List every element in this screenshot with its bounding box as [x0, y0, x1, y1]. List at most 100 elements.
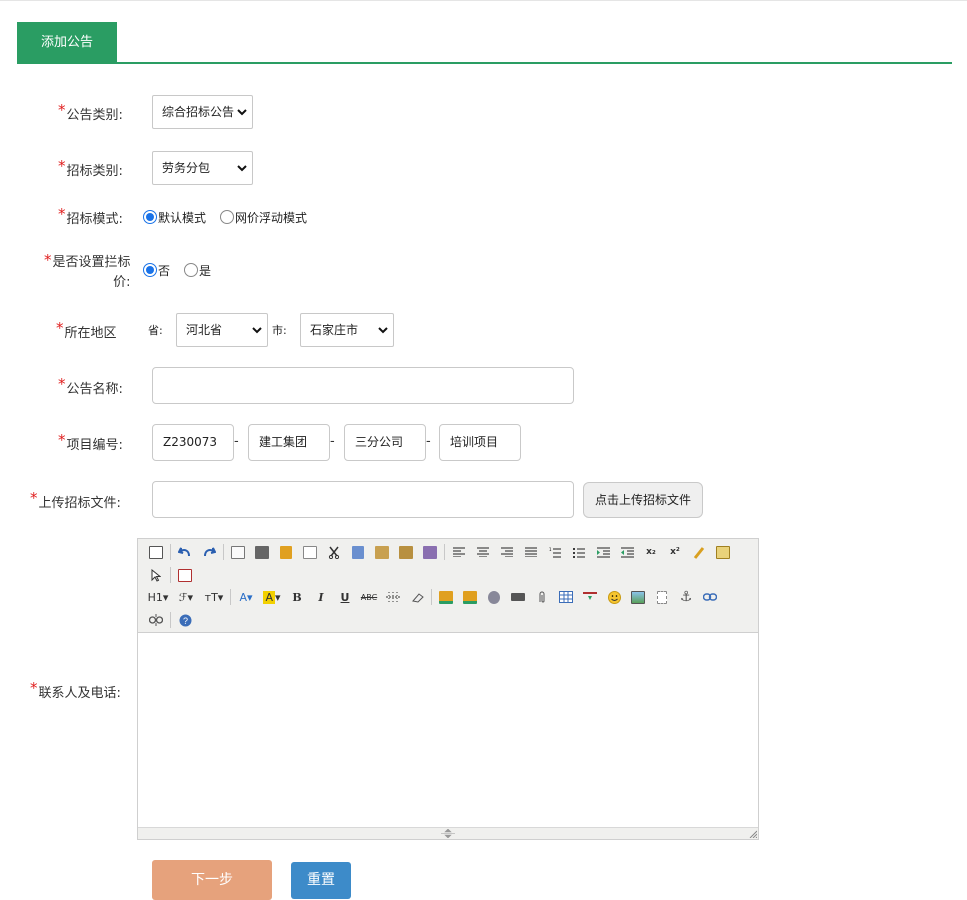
select-all-icon[interactable] [711, 542, 735, 562]
bold-icon[interactable]: B [285, 587, 309, 607]
code-icon[interactable] [298, 542, 322, 562]
help-icon[interactable]: ? [173, 610, 197, 630]
resize-corner-icon[interactable] [749, 830, 757, 838]
next-button[interactable]: 下一步 [152, 860, 272, 900]
project-number-part-4[interactable]: 培训项目 [439, 424, 521, 461]
toolbar-row-2 [144, 564, 197, 586]
price-cap-yes-label: 是 [199, 264, 212, 278]
link-icon[interactable] [698, 587, 722, 607]
template-icon[interactable] [274, 542, 298, 562]
announcement-name-label: *公告名称: [58, 375, 123, 397]
preview-icon[interactable] [226, 542, 250, 562]
city-label: 市: [272, 324, 287, 337]
insert-break-icon[interactable] [578, 587, 602, 607]
price-cap-label: *是否设置拦标 价: [44, 251, 131, 290]
price-cap-yes-radio[interactable] [184, 263, 198, 277]
redo-icon[interactable] [197, 542, 221, 562]
bid-mode-default-label: 默认模式 [158, 211, 207, 225]
project-number-part-3[interactable]: 三分公司 [344, 424, 426, 461]
table-icon[interactable] [554, 587, 578, 607]
image-icon[interactable] [626, 587, 650, 607]
city-select[interactable]: 石家庄市 [300, 313, 394, 347]
reset-button[interactable]: 重置 [291, 862, 351, 899]
project-number-separator: - [330, 434, 335, 449]
rich-text-editor: 1 x₂ x² H1▾ ℱ▾ тT▾ A▾ A ▾ B I U ABC ⚓ ? [137, 538, 759, 840]
project-number-label: *项目编号: [58, 431, 123, 453]
underline-icon[interactable]: U [333, 587, 357, 607]
heading-icon[interactable]: H1▾ [144, 587, 172, 607]
bid-mode-default-radio[interactable] [143, 210, 157, 224]
announcement-name-input[interactable] [152, 367, 574, 404]
announcement-category-label: *公告类别: [58, 101, 123, 123]
eraser-icon[interactable] [405, 587, 429, 607]
superscript-icon[interactable]: x² [663, 542, 687, 562]
resize-grip-icon [441, 829, 455, 838]
unlink-icon[interactable] [144, 610, 168, 630]
font-size-icon[interactable]: тT▾ [200, 587, 228, 607]
project-number-separator: - [426, 434, 431, 449]
video-icon[interactable] [506, 587, 530, 607]
horizontal-rule-icon[interactable] [381, 587, 405, 607]
paste-word-icon[interactable] [418, 542, 442, 562]
bid-mode-floating-radio[interactable] [220, 210, 234, 224]
bid-category-select[interactable]: 劳务分包 [152, 151, 253, 185]
justify-icon[interactable] [519, 542, 543, 562]
print-icon[interactable] [250, 542, 274, 562]
tab-add-announcement[interactable]: 添加公告 [17, 22, 117, 63]
paperclip-icon[interactable] [530, 587, 554, 607]
fullscreen-icon[interactable] [173, 565, 197, 585]
upload-label: *上传招标文件: [30, 489, 121, 511]
svg-text:?: ? [183, 616, 188, 626]
align-center-icon[interactable] [471, 542, 495, 562]
contact-label: *联系人及电话: [30, 679, 121, 701]
province-label: 省: [148, 324, 163, 337]
upload-file-input[interactable] [152, 481, 574, 518]
copy-icon[interactable] [346, 542, 370, 562]
bid-mode-label: *招标模式: [58, 205, 123, 227]
undo-icon[interactable] [173, 542, 197, 562]
paste-text-icon[interactable] [394, 542, 418, 562]
paste-icon[interactable] [370, 542, 394, 562]
chevron-down-icon [378, 327, 388, 334]
insert-col-icon[interactable] [458, 587, 482, 607]
chevron-down-icon [237, 165, 247, 172]
ordered-list-icon[interactable]: 1 [543, 542, 567, 562]
toolbar-row-4: ? [144, 609, 197, 631]
cut-icon[interactable] [322, 542, 346, 562]
font-color-icon[interactable]: A▾ [233, 587, 259, 607]
editor-resize-bar[interactable] [138, 827, 758, 839]
province-select[interactable]: 河北省 [176, 313, 268, 347]
toolbar-row-3: H1▾ ℱ▾ тT▾ A▾ A ▾ B I U ABC ⚓ [144, 586, 722, 608]
highlight-color-icon[interactable]: A ▾ [259, 587, 285, 607]
italic-icon[interactable]: I [309, 587, 333, 607]
insert-row-icon[interactable] [434, 587, 458, 607]
indent-icon[interactable] [591, 542, 615, 562]
emoticon-icon[interactable] [602, 587, 626, 607]
svg-text:1: 1 [549, 547, 552, 552]
source-icon[interactable] [144, 542, 168, 562]
contact-editor-content[interactable] [138, 634, 758, 828]
font-family-icon[interactable]: ℱ▾ [172, 587, 200, 607]
chevron-down-icon [252, 327, 262, 334]
announcement-category-select[interactable]: 综合招标公告 [152, 95, 253, 129]
project-number-part-2[interactable]: 建工集团 [248, 424, 330, 461]
editor-toolbar: 1 x₂ x² H1▾ ℱ▾ тT▾ A▾ A ▾ B I U ABC ⚓ ? [138, 539, 758, 633]
outdent-icon[interactable] [615, 542, 639, 562]
pointer-icon[interactable] [144, 565, 168, 585]
required-mark: * [58, 101, 66, 119]
unordered-list-icon[interactable] [567, 542, 591, 562]
upload-file-button[interactable]: 点击上传招标文件 [583, 482, 703, 518]
attachment-image-icon[interactable] [482, 587, 506, 607]
strikethrough-icon[interactable]: ABC [357, 587, 381, 607]
subscript-icon[interactable]: x₂ [639, 542, 663, 562]
clear-format-icon[interactable] [687, 542, 711, 562]
align-right-icon[interactable] [495, 542, 519, 562]
region-label: *所在地区 [56, 319, 117, 341]
anchor-icon[interactable]: ⚓ [674, 587, 698, 607]
price-cap-no-label: 否 [158, 264, 171, 278]
tab-bar: 添加公告 [17, 22, 952, 64]
align-left-icon[interactable] [447, 542, 471, 562]
project-number-part-1[interactable]: Z230073 [152, 424, 234, 461]
page-break-icon[interactable] [650, 587, 674, 607]
price-cap-no-radio[interactable] [143, 263, 157, 277]
